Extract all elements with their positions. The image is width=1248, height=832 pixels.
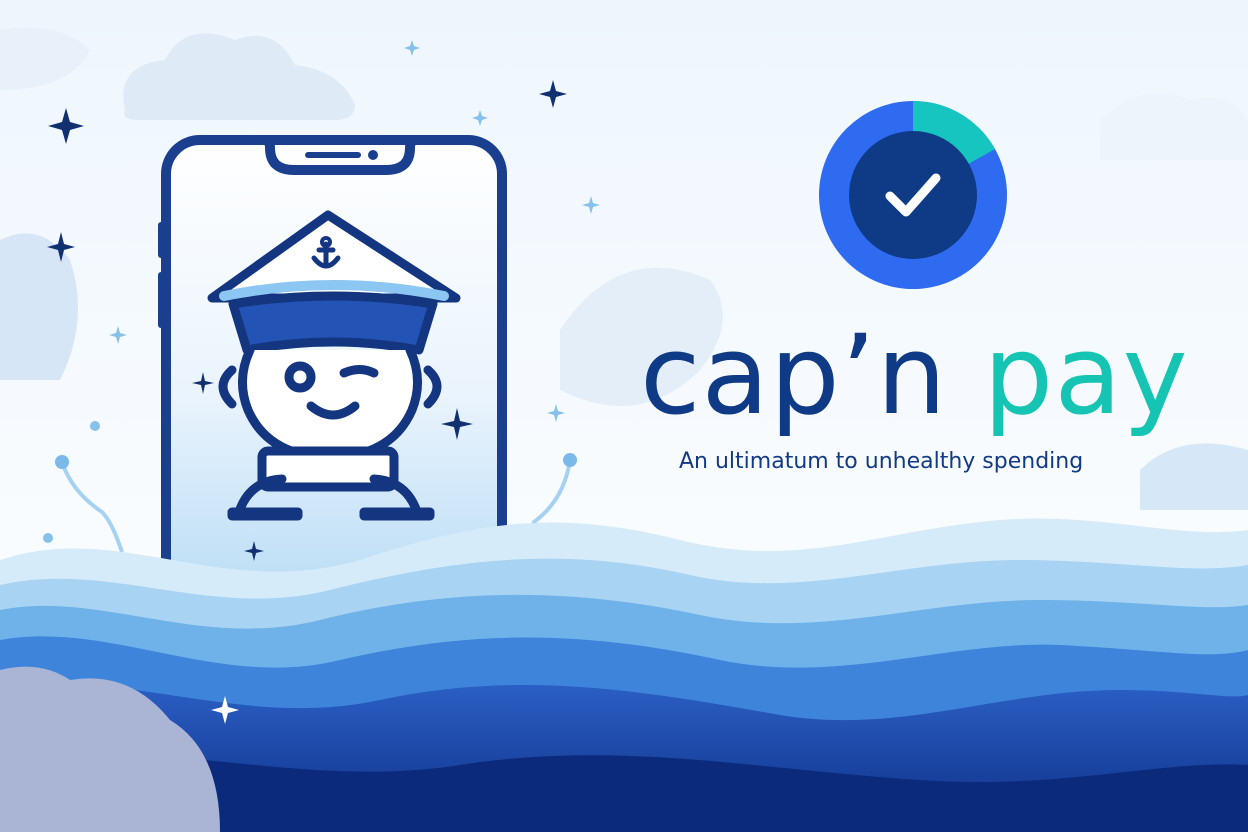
brand-name-part1: cap’n (640, 311, 948, 439)
brand-wordmark: cap’n pay (640, 300, 1220, 450)
brand-name-part2: pay (983, 311, 1189, 439)
checkmark-ring-icon (819, 101, 1007, 289)
tagline: An ultimatum to unhealthy spending (679, 449, 1084, 474)
